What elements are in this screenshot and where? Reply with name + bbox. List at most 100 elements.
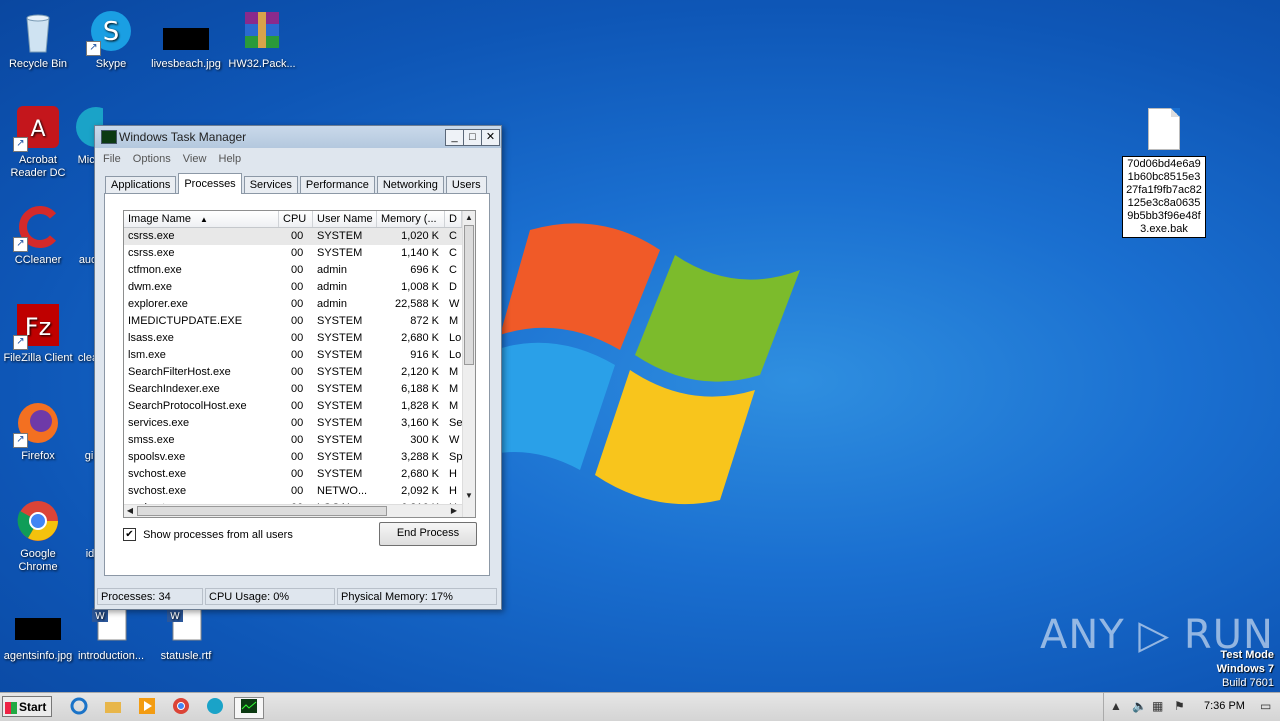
table-row[interactable]: spoolsv.exe 00 SYSTEM 3,288 K Sp (124, 449, 462, 466)
table-row[interactable]: explorer.exe 00 admin 22,588 K W (124, 296, 462, 313)
desktop-icon-filezilla[interactable]: Fz ↗ FileZilla Client (0, 302, 76, 365)
cell-mem: 872 K (410, 315, 439, 327)
ccleaner-icon: ↗ (13, 204, 61, 252)
table-row[interactable]: csrss.exe 00 SYSTEM 1,020 K C (124, 228, 462, 245)
tab-applications[interactable]: Applications (105, 176, 177, 194)
table-row[interactable]: lsass.exe 00 SYSTEM 2,680 K Lo (124, 330, 462, 347)
task-manager-icon (101, 130, 117, 144)
network-icon[interactable]: ▦ (1152, 699, 1163, 713)
table-row[interactable]: dwm.exe 00 admin 1,008 K D (124, 279, 462, 296)
rename-textbox[interactable]: 70d06bd4e6a91b60bc8515e327fa1f9fb7ac8212… (1122, 156, 1206, 238)
volume-icon[interactable]: 🔈 (1132, 699, 1147, 713)
cell-name: svchost.exe (128, 468, 187, 480)
show-hidden-icons-icon[interactable]: ▲ (1110, 699, 1122, 713)
desktop-icon-firefox[interactable]: ↗ Firefox (0, 400, 76, 463)
tab-performance[interactable]: Performance (299, 176, 375, 194)
scroll-thumb[interactable] (464, 225, 474, 365)
windows-logo-wallpaper (490, 223, 800, 505)
column-memory[interactable]: Memory (... (377, 211, 445, 227)
cell-cpu: 00 (291, 468, 304, 480)
scroll-thumb[interactable] (137, 506, 387, 516)
minimize-button[interactable]: _ (445, 129, 464, 146)
ie-icon[interactable] (68, 697, 90, 717)
desktop-icon-skype[interactable]: S ↗ Skype (73, 8, 149, 71)
media-player-icon[interactable] (136, 697, 158, 717)
scroll-down-icon[interactable]: ▼ (463, 490, 475, 502)
cell-user: SYSTEM (317, 451, 363, 463)
tab-networking[interactable]: Networking (376, 176, 444, 194)
close-button[interactable]: ✕ (481, 129, 500, 146)
scroll-right-icon[interactable]: ▶ (448, 505, 460, 517)
title-bar[interactable]: Windows Task Manager _ □ ✕ (95, 126, 501, 148)
table-row[interactable]: smss.exe 00 SYSTEM 300 K W (124, 432, 462, 449)
column-image-name[interactable]: Image Name ▲ (124, 211, 279, 227)
show-all-processes-checkbox[interactable]: ✔ Show processes from all users (123, 528, 293, 541)
menu-file[interactable]: File (103, 150, 121, 168)
desktop-icon-hw32[interactable]: HW32.Pack... (224, 8, 300, 71)
desktop-file-renaming[interactable]: 70d06bd4e6a91b60bc8515e327fa1f9fb7ac8212… (1122, 108, 1206, 238)
table-row[interactable]: IMEDICTUPDATE.EXE 00 SYSTEM 872 K M (124, 313, 462, 330)
cell-name: dwm.exe (128, 281, 173, 293)
cell-user: admin (317, 264, 347, 276)
table-row[interactable]: SearchIndexer.exe 00 SYSTEM 6,188 K M (124, 381, 462, 398)
tab-users[interactable]: Users (445, 176, 487, 194)
desktop-icon-acrobat[interactable]: A ↗ Acrobat Reader DC (0, 104, 76, 180)
winrar-archive-icon (239, 8, 285, 54)
desktop-icon-chrome[interactable]: Google Chrome (0, 498, 76, 574)
table-row[interactable]: services.exe 00 SYSTEM 3,160 K Se (124, 415, 462, 432)
cell-name: spoolsv.exe (128, 451, 186, 463)
checkbox-check-icon[interactable]: ✔ (123, 528, 136, 541)
cell-desc: Se (449, 417, 462, 429)
status-bar: Processes: 34 CPU Usage: 0% Physical Mem… (97, 588, 497, 606)
cell-user: SYSTEM (317, 417, 363, 429)
task-manager-window[interactable]: Windows Task Manager _ □ ✕ File Options … (94, 125, 502, 610)
desktop-icon-ccleaner[interactable]: ↗ CCleaner (0, 204, 76, 267)
svg-text:S: S (103, 17, 120, 47)
desktop-icon-recycle-bin[interactable]: Recycle Bin (0, 8, 76, 71)
table-row[interactable]: SearchProtocolHost.exe 00 SYSTEM 1,828 K M (124, 398, 462, 415)
table-row[interactable]: csrss.exe 00 SYSTEM 1,140 K C (124, 245, 462, 262)
column-description[interactable]: D (445, 211, 462, 227)
cell-desc: M (449, 400, 459, 412)
scroll-up-icon[interactable]: ▲ (463, 212, 475, 224)
explorer-folder-icon[interactable] (102, 697, 124, 717)
table-row[interactable]: svchost.exe 00 NETWO... 2,092 K H (124, 483, 462, 500)
column-cpu[interactable]: CPU (279, 211, 313, 227)
table-row[interactable]: svchost.exe 00 SYSTEM 2,680 K H (124, 466, 462, 483)
desktop-icon-label: CCleaner (14, 254, 62, 266)
scroll-left-icon[interactable]: ◀ (124, 505, 136, 517)
edge-icon[interactable] (204, 697, 226, 717)
start-button[interactable]: Start (2, 696, 52, 717)
task-manager-icon[interactable] (234, 697, 264, 719)
show-desktop-icon[interactable]: ▭ (1260, 699, 1271, 713)
desktop-icon-agentsinfo[interactable]: agentsinfo.jpg (0, 600, 76, 663)
action-center-flag-icon[interactable]: ⚑ (1174, 699, 1185, 713)
cell-name: smss.exe (128, 434, 175, 446)
column-user-name[interactable]: User Name (313, 211, 377, 227)
end-process-button[interactable]: End Process (379, 522, 477, 546)
cell-cpu: 00 (291, 383, 304, 395)
menu-options[interactable]: Options (133, 150, 171, 168)
chrome-icon[interactable] (170, 697, 192, 717)
cell-name: SearchFilterHost.exe (128, 366, 231, 378)
clock[interactable]: 7:36 PM (1204, 700, 1245, 712)
column-label: Image Name (128, 213, 191, 225)
cell-user: admin (317, 281, 347, 293)
cell-desc: D (449, 281, 457, 293)
recycle-bin-icon (15, 8, 61, 54)
cell-user: SYSTEM (317, 332, 363, 344)
tab-services[interactable]: Services (243, 176, 298, 194)
tab-processes[interactable]: Processes (178, 173, 242, 194)
cell-user: admin (317, 298, 347, 310)
maximize-button[interactable]: □ (463, 129, 482, 146)
table-row[interactable]: ctfmon.exe 00 admin 696 K C (124, 262, 462, 279)
table-row[interactable]: lsm.exe 00 SYSTEM 916 K Lo (124, 347, 462, 364)
table-row[interactable]: SearchFilterHost.exe 00 SYSTEM 2,120 K M (124, 364, 462, 381)
menu-help[interactable]: Help (219, 150, 242, 168)
desktop-icon-livesbeach[interactable]: livesbeach.jpg (148, 8, 224, 71)
menu-view[interactable]: View (183, 150, 207, 168)
process-list[interactable]: Image Name ▲ CPU User Name Memory (... D… (123, 210, 476, 518)
horizontal-scrollbar[interactable]: ◀ ▶ (124, 504, 462, 517)
vertical-scrollbar[interactable]: ▲ ▼ (462, 211, 475, 517)
cell-cpu: 00 (291, 400, 304, 412)
